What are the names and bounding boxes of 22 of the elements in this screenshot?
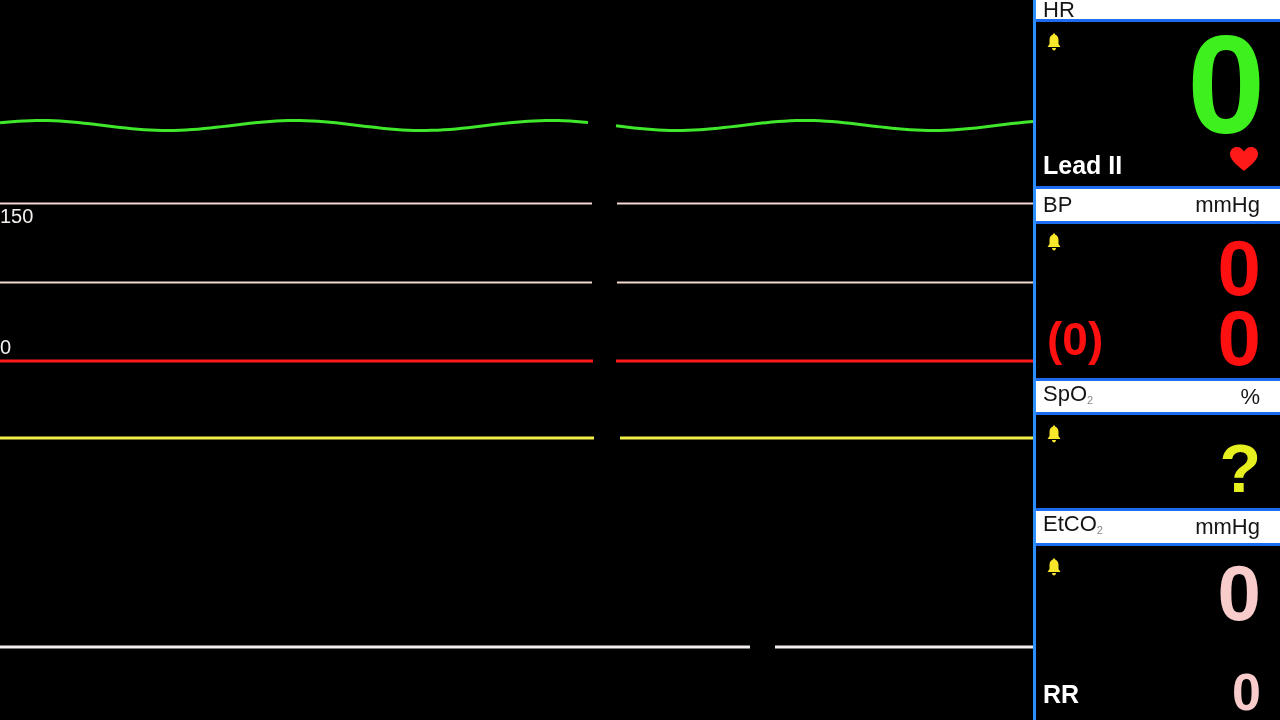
- unit-label: %: [1240, 384, 1260, 409]
- parameter-label: SpO$_{2}$: [1043, 381, 1094, 408]
- bell-icon: [1047, 425, 1061, 443]
- heart-rate-value: 0: [1187, 35, 1265, 135]
- lead-label: Lead II: [1043, 154, 1123, 176]
- rr-label: RR: [1043, 683, 1080, 705]
- parameter-label: HR: [1043, 0, 1075, 22]
- unit-label: mmHg: [1195, 193, 1260, 217]
- etco2-value: 0: [1217, 565, 1261, 621]
- unit-label: mmHg: [1195, 515, 1260, 539]
- systolic-value: 0: [1217, 240, 1261, 296]
- bell-icon: [1047, 33, 1061, 51]
- scale-label: 150: [0, 208, 34, 224]
- scale-label: 0: [0, 339, 12, 355]
- bell-icon: [1047, 233, 1061, 251]
- bell-icon: [1047, 558, 1061, 576]
- parameter-label: BP: [1043, 193, 1073, 217]
- spo2-value: ?: [1219, 442, 1261, 494]
- respiration-rate-value: 0: [1232, 674, 1261, 711]
- heart-icon: [1229, 146, 1259, 172]
- diastolic-value: 0: [1217, 310, 1261, 366]
- parameter-label: EtCO$_{2}$: [1043, 512, 1103, 538]
